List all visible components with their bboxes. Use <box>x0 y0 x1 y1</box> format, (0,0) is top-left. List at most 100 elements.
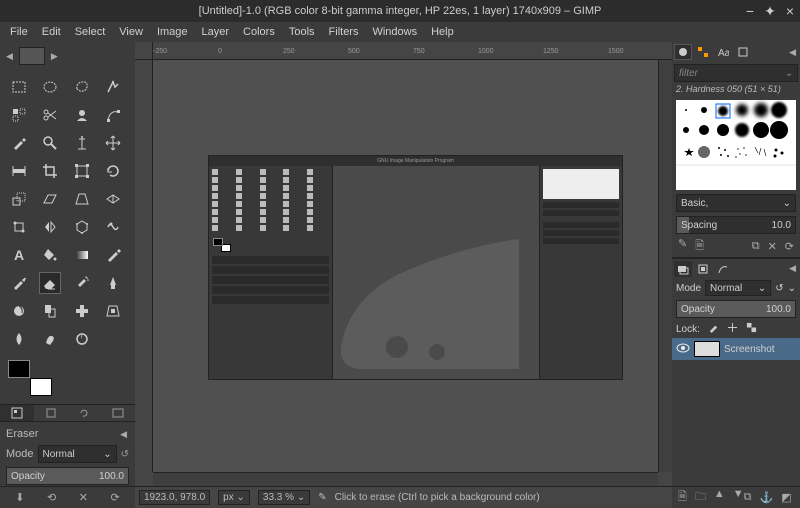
fg-bg-swatch[interactable] <box>0 356 135 404</box>
channels-tab[interactable] <box>694 261 712 277</box>
bg-color-swatch[interactable] <box>30 378 52 396</box>
brush-preset-select[interactable]: Basic,⌄ <box>676 194 796 212</box>
layer-thumbnail[interactable] <box>694 341 720 357</box>
menu-file[interactable]: File <box>4 24 34 40</box>
heal-tool[interactable] <box>71 300 93 322</box>
menu-select[interactable]: Select <box>69 24 112 40</box>
move-tool[interactable] <box>102 132 124 154</box>
image-thumbnail[interactable] <box>19 47 45 65</box>
shear-tool[interactable] <box>39 188 61 210</box>
duplicate-layer-icon[interactable]: ⧉ <box>744 491 752 504</box>
paths-tool[interactable] <box>102 104 124 126</box>
nav-preview-button[interactable] <box>658 472 672 486</box>
menu-tools[interactable]: Tools <box>283 24 321 40</box>
layer-opacity-slider[interactable]: Opacity 100.0 <box>676 300 796 318</box>
vertical-scrollbar[interactable] <box>658 60 672 472</box>
color-picker-tool[interactable] <box>8 132 30 154</box>
visibility-icon[interactable] <box>676 343 690 356</box>
prev-image-icon[interactable]: ◀ <box>4 51 15 62</box>
dodge-burn-tool[interactable] <box>71 328 93 350</box>
tool-options-menu-icon[interactable]: ◀ <box>118 429 129 440</box>
mode-group-icon[interactable]: ⌄ <box>788 283 796 294</box>
smudge-tool[interactable] <box>39 328 61 350</box>
3d-transform-tool[interactable] <box>102 188 124 210</box>
delete-brush-icon[interactable]: ✕ <box>768 240 777 253</box>
clone-tool[interactable] <box>39 300 61 322</box>
perspective-tool[interactable] <box>71 188 93 210</box>
layer-mode-select[interactable]: Normal⌄ <box>705 280 771 296</box>
mode-select[interactable]: Normal⌄ <box>38 445 117 463</box>
blur-tool[interactable] <box>8 328 30 350</box>
rect-select-tool[interactable] <box>8 76 30 98</box>
spacing-slider[interactable]: Spacing 10.0 <box>676 216 796 234</box>
lock-pixels-icon[interactable] <box>708 322 719 336</box>
new-brush-icon[interactable]: 🗎 <box>695 237 704 256</box>
rotate-tool[interactable] <box>102 160 124 182</box>
viewport[interactable]: GNU Image Manipulation Program <box>153 60 658 472</box>
new-layer-icon[interactable]: 🗎 <box>678 488 687 507</box>
airbrush-tool[interactable] <box>71 272 93 294</box>
brush-filter-input[interactable]: filter⌄ <box>674 64 798 82</box>
vertical-ruler[interactable] <box>135 60 153 472</box>
menu-view[interactable]: View <box>113 24 149 40</box>
edit-brush-icon[interactable]: ✎ <box>678 237 687 256</box>
ellipse-select-tool[interactable] <box>39 76 61 98</box>
fonts-tab[interactable]: Aa <box>714 44 732 60</box>
tool-options-tab[interactable] <box>0 405 34 421</box>
crop-tool[interactable] <box>39 160 61 182</box>
perspective-clone-tool[interactable] <box>102 300 124 322</box>
pencil-tool[interactable] <box>102 244 124 266</box>
free-select-tool[interactable] <box>71 76 93 98</box>
restore-preset-icon[interactable]: ⟲ <box>47 491 56 504</box>
eraser-tool[interactable] <box>39 272 61 294</box>
menu-colors[interactable]: Colors <box>237 24 281 40</box>
mode-reset-icon[interactable]: ↺ <box>121 449 129 460</box>
duplicate-brush-icon[interactable]: ⧉ <box>752 240 760 253</box>
scissors-tool[interactable] <box>39 104 61 126</box>
layer-name[interactable]: Screenshot <box>724 344 775 355</box>
refresh-brushes-icon[interactable]: ⟳ <box>785 240 794 253</box>
lock-alpha-icon[interactable] <box>746 322 757 336</box>
menu-edit[interactable]: Edit <box>36 24 67 40</box>
opacity-slider[interactable]: Opacity 100.0 <box>6 467 129 485</box>
zoom-select[interactable]: 33.3 % ⌄ <box>258 490 310 505</box>
save-preset-icon[interactable]: ⬇ <box>15 491 24 504</box>
brushes-tab[interactable] <box>674 44 692 60</box>
layer-group-icon[interactable]: 🗀 <box>695 488 706 507</box>
paintbrush-tool[interactable] <box>8 272 30 294</box>
images-tab[interactable] <box>101 405 135 421</box>
raise-layer-icon[interactable]: ▲ <box>714 488 725 507</box>
menu-windows[interactable]: Windows <box>366 24 423 40</box>
fuzzy-select-tool[interactable] <box>102 76 124 98</box>
layers-dock-menu-icon[interactable]: ◀ <box>787 263 798 274</box>
brush-grid[interactable] <box>676 100 796 190</box>
maximize-button[interactable]: ✦ <box>764 3 776 20</box>
next-image-icon[interactable]: ▶ <box>49 51 60 62</box>
layers-tab[interactable] <box>674 261 692 277</box>
mypaint-brush-tool[interactable] <box>8 300 30 322</box>
handle-transform-tool[interactable] <box>8 216 30 238</box>
dock-menu-icon[interactable]: ◀ <box>787 47 798 58</box>
horizontal-scrollbar[interactable] <box>153 472 658 486</box>
ink-tool[interactable] <box>102 272 124 294</box>
menu-help[interactable]: Help <box>425 24 460 40</box>
horizontal-ruler[interactable]: -250 0 250 500 750 1000 1250 1500 <box>153 42 672 60</box>
undo-history-tab[interactable] <box>68 405 102 421</box>
flip-tool[interactable] <box>39 216 61 238</box>
reset-preset-icon[interactable]: ⟳ <box>111 491 120 504</box>
paths-tab[interactable] <box>714 261 732 277</box>
ruler-corner[interactable] <box>135 42 153 60</box>
bucket-fill-tool[interactable] <box>39 244 61 266</box>
fg-color-swatch[interactable] <box>8 360 30 378</box>
color-select-tool[interactable] <box>8 104 30 126</box>
lock-position-icon[interactable] <box>727 322 738 336</box>
delete-preset-icon[interactable]: ✕ <box>79 491 88 504</box>
menu-layer[interactable]: Layer <box>196 24 236 40</box>
warp-tool[interactable] <box>102 216 124 238</box>
layer-row[interactable]: Screenshot <box>672 338 800 360</box>
align-tool[interactable] <box>8 160 30 182</box>
menu-filters[interactable]: Filters <box>323 24 365 40</box>
text-tool[interactable]: A <box>8 244 30 266</box>
history-tab[interactable] <box>734 44 752 60</box>
lower-layer-icon[interactable]: ▼ <box>733 488 744 507</box>
